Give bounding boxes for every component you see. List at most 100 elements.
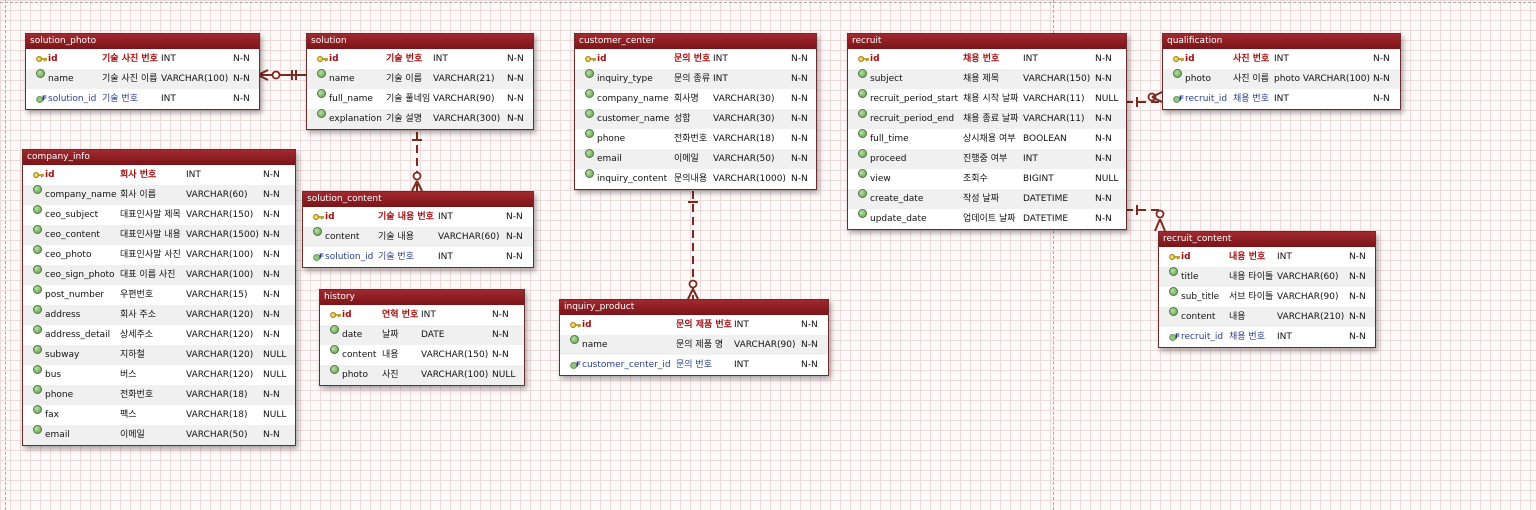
column-row[interactable]: company_name 회사 이름 VARCHAR(60) N-N (23, 185, 295, 205)
table-title[interactable]: company_info (23, 150, 295, 165)
foreign-key-row[interactable]: Fsolution_id 기술 번호 INT N-N (26, 89, 259, 109)
column-name: full_time (870, 134, 909, 144)
primary-key-row[interactable]: id 내용 번호 INT N-N (1159, 247, 1375, 267)
column-type: VARCHAR(21) (433, 74, 495, 84)
column-row[interactable]: full_time 상시채용 여부 BOOLEAN N-N (848, 129, 1126, 149)
page-break-vertical (5, 0, 6, 510)
column-row[interactable]: name 기술 사진 이름 VARCHAR(100) N-N (26, 69, 259, 89)
table-recruit-content[interactable]: recruit_content id 내용 번호 INT N-N title 내용 타이틀 V… (1158, 231, 1376, 348)
column-name: ceo_photo (45, 250, 92, 260)
column-row[interactable]: phone 전화번호 VARCHAR(18) N-N (23, 385, 295, 405)
column-row[interactable]: sub_title 서브 타이틀 VARCHAR(90) N-N (1159, 287, 1375, 307)
table-inquiry-product[interactable]: inquiry_product id 문의 제품 번호 INT N-N name 문의 제품… (559, 299, 829, 376)
column-row[interactable]: explanation 기술 설명 VARCHAR(300) N-N (307, 109, 533, 129)
table-solution-photo[interactable]: solution_photo id 기술 사진 번호 INT N-N name 기술 사진 … (25, 33, 260, 110)
column-row[interactable]: address_detail 상세주소 VARCHAR(120) N-N (23, 325, 295, 345)
column-row[interactable]: address 회사 주소 VARCHAR(120) N-N (23, 305, 295, 325)
primary-key-row[interactable]: id 기술 내용 번호 INT N-N (303, 207, 533, 227)
table-customer-center[interactable]: customer_center id 문의 번호 INT N-N inquiry_type… (574, 33, 817, 190)
column-nullability: N-N (506, 252, 523, 262)
primary-key-row[interactable]: id 회사 번호 INT N-N (23, 165, 295, 185)
column-row[interactable]: full_name 기술 풀네임 VARCHAR(90) N-N (307, 89, 533, 109)
key-icon (1173, 56, 1184, 62)
column-row[interactable]: recruit_period_end 채용 종료 날짜 VARCHAR(11) N-N (848, 109, 1126, 129)
table-title[interactable]: qualification (1163, 34, 1400, 49)
column-row[interactable]: create_date 작성 날짜 DATETIME N-N (848, 189, 1126, 209)
primary-key-row[interactable]: id 기술 번호 INT N-N (307, 49, 533, 69)
primary-key-row[interactable]: id 사진 번호 INT N-N (1163, 49, 1400, 69)
column-dot-icon (585, 89, 594, 98)
column-comment: 내용 번호 (1229, 252, 1266, 262)
table-title[interactable]: solution (307, 34, 533, 49)
table-title[interactable]: recruit_content (1159, 232, 1375, 247)
column-row[interactable]: inquiry_type 문의 종류 INT N-N (575, 69, 816, 89)
foreign-key-row[interactable]: Fsolution_id 기술 번호 INT N-N (303, 247, 533, 267)
column-name: subway (45, 350, 80, 360)
column-dot-icon (33, 425, 42, 434)
foreign-key-row[interactable]: Frecruit_id 채용 번호 INT N-N (1159, 327, 1375, 347)
column-row[interactable]: ceo_photo 대표인사말 사진 VARCHAR(100) N-N (23, 245, 295, 265)
column-row[interactable]: email 이메일 VARCHAR(50) N-N (23, 425, 295, 445)
table-title[interactable]: solution_photo (26, 34, 259, 49)
column-row[interactable]: name 기술 이름 VARCHAR(21) N-N (307, 69, 533, 89)
column-comment: 채용 시작 날짜 (963, 94, 1019, 104)
column-row[interactable]: customer_name 성함 VARCHAR(30) N-N (575, 109, 816, 129)
column-row[interactable]: title 내용 타이틀 VARCHAR(60) N-N (1159, 267, 1375, 287)
column-nullability: NULL (263, 370, 287, 380)
column-row[interactable]: email 이메일 VARCHAR(50) N-N (575, 149, 816, 169)
table-title[interactable]: inquiry_product (560, 300, 828, 315)
column-row[interactable]: subject 채용 제목 VARCHAR(150) N-N (848, 69, 1126, 89)
primary-key-row[interactable]: id 문의 번호 INT N-N (575, 49, 816, 69)
primary-key-row[interactable]: id 연혁 번호 INT N-N (320, 305, 524, 325)
table-history[interactable]: history id 연혁 번호 INT N-N date 날짜 DATE N-N content… (319, 289, 525, 386)
table-company-info[interactable]: company_info id 회사 번호 INT N-N company_name 회사 … (22, 149, 296, 446)
table-solution[interactable]: solution id 기술 번호 INT N-N name 기술 이름 VARCHAR(21… (306, 33, 534, 130)
column-type: VARCHAR(18) (713, 134, 775, 144)
column-row[interactable]: name 문의 제품 명 VARCHAR(90) N-N (560, 335, 828, 355)
column-nullability: N-N (263, 310, 280, 320)
table-solution-content[interactable]: solution_content id 기술 내용 번호 INT N-N content 기… (302, 191, 534, 268)
column-row[interactable]: phone 전화번호 VARCHAR(18) N-N (575, 129, 816, 149)
column-dot-icon (33, 305, 42, 314)
foreign-key-row[interactable]: Frecruit_id 채용 번호 INT N-N (1163, 89, 1400, 109)
crow-foot (1151, 91, 1163, 98)
column-row[interactable]: ceo_subject 대표인사말 제목 VARCHAR(150) N-N (23, 205, 295, 225)
column-row[interactable]: photo 사진 이름 photo VARCHAR(100) N-N (1163, 69, 1400, 89)
column-row[interactable]: proceed 진행중 여부 INT N-N (848, 149, 1126, 169)
column-row[interactable]: content 기술 내용 VARCHAR(60) N-N (303, 227, 533, 247)
column-row[interactable]: fax 팩스 VARCHAR(18) NULL (23, 405, 295, 425)
column-row[interactable]: ceo_content 대표인사말 내용 VARCHAR(1500) N-N (23, 225, 295, 245)
column-comment: 기술 내용 (378, 232, 414, 242)
column-row[interactable]: bus 버스 VARCHAR(120) NULL (23, 365, 295, 385)
column-row[interactable]: date 날짜 DATE N-N (320, 325, 524, 345)
column-row[interactable]: recruit_period_start 채용 시작 날짜 VARCHAR(11) N… (848, 89, 1126, 109)
column-row[interactable]: inquiry_content 문의내용 VARCHAR(1000) N-N (575, 169, 816, 189)
column-row[interactable]: ceo_sign_photo 대표 이름 사진 VARCHAR(100) N-N (23, 265, 295, 285)
table-title[interactable]: recruit (848, 34, 1126, 49)
primary-key-row[interactable]: id 문의 제품 번호 INT N-N (560, 315, 828, 335)
column-type: VARCHAR(60) (1277, 272, 1339, 282)
foreign-key-row[interactable]: Fcustomer_center_id 문의 번호 INT N-N (560, 355, 828, 375)
primary-key-row[interactable]: id 채용 번호 INT N-N (848, 49, 1126, 69)
column-nullability: N-N (492, 310, 509, 320)
column-nullability: N-N (263, 270, 280, 280)
column-row[interactable]: post_number 우편번호 VARCHAR(15) N-N (23, 285, 295, 305)
column-row[interactable]: update_date 업데이트 날짜 DATETIME N-N (848, 209, 1126, 229)
column-row[interactable]: content 내용 VARCHAR(150) N-N (320, 345, 524, 365)
key-icon (330, 312, 341, 318)
column-row[interactable]: company_name 회사명 VARCHAR(30) N-N (575, 89, 816, 109)
primary-key-row[interactable]: id 기술 사진 번호 INT N-N (26, 49, 259, 69)
table-title[interactable]: history (320, 290, 524, 305)
column-comment: 지하철 (120, 350, 145, 360)
column-row[interactable]: subway 지하철 VARCHAR(120) NULL (23, 345, 295, 365)
column-row[interactable]: view 조회수 BIGINT NULL (848, 169, 1126, 189)
column-row[interactable]: content 내용 VARCHAR(210) N-N (1159, 307, 1375, 327)
column-row[interactable]: photo 사진 VARCHAR(100) NULL (320, 365, 524, 385)
column-nullability: NULL (1095, 174, 1119, 184)
column-name: id (582, 320, 592, 330)
table-recruit[interactable]: recruit id 채용 번호 INT N-N subject 채용 제목 VARCHAR(… (847, 33, 1127, 230)
table-title[interactable]: customer_center (575, 34, 816, 49)
table-title[interactable]: solution_content (303, 192, 533, 207)
column-nullability: N-N (1373, 94, 1390, 104)
table-qualification[interactable]: qualification id 사진 번호 INT N-N photo 사진 이름 phot… (1162, 33, 1401, 110)
